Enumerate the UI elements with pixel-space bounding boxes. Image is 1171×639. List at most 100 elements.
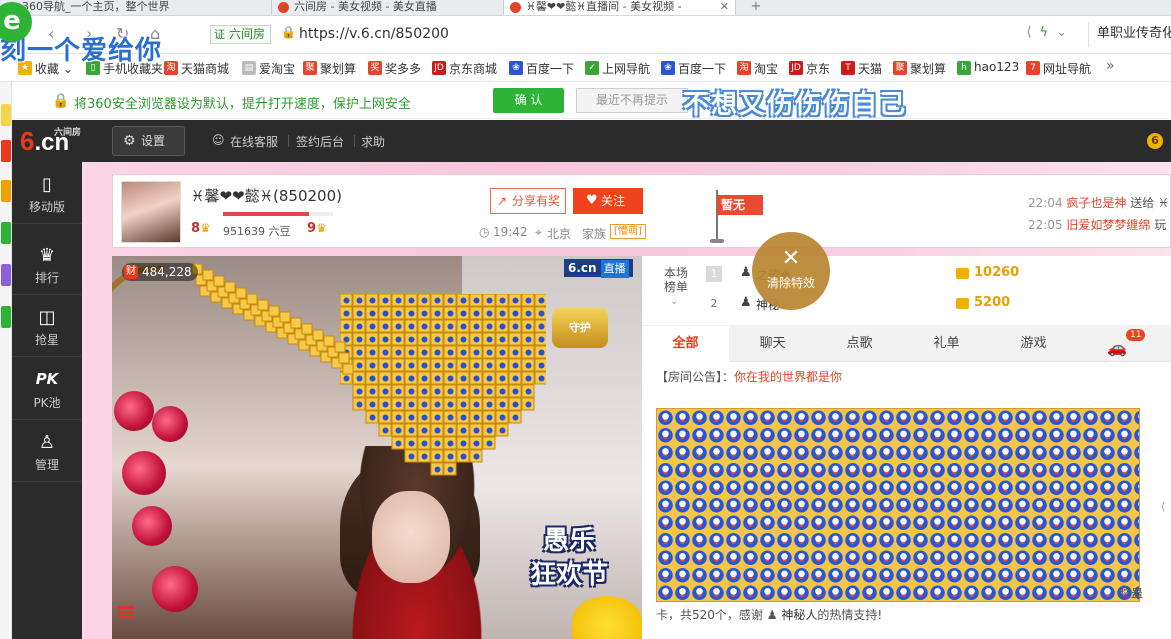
more-bookmarks-icon[interactable]: » bbox=[1106, 58, 1115, 74]
url-field[interactable]: 六间房 🔒 https://v.6.cn/850200 ⟨ϟ⌄ bbox=[205, 22, 1075, 48]
menu-icon[interactable] bbox=[118, 606, 134, 618]
sidebar-item-grab-star[interactable]: ◫ 抢星 bbox=[12, 295, 82, 357]
bookmark-item[interactable]: h hao123 bbox=[957, 60, 1019, 75]
tab-label: ♓馨❤❤懿♓直播间 - 美女视频 - bbox=[526, 0, 682, 13]
bookmark-item[interactable]: 聚聚划算 bbox=[303, 60, 356, 77]
bookmark-item[interactable]: ❀ 百度一下 bbox=[661, 60, 726, 77]
anchor-level-badge: 8♛ bbox=[191, 221, 211, 236]
rose-decoration bbox=[132, 506, 172, 546]
lightning-icon[interactable]: ϟ bbox=[1040, 25, 1057, 40]
share-button[interactable]: 分享有奖 bbox=[490, 188, 566, 214]
bookmark-item[interactable]: 淘天猫商城 bbox=[164, 60, 229, 77]
browser-tab[interactable]: 360导航_一个主页，整个世界 bbox=[0, 0, 272, 15]
gift-tile-face bbox=[486, 401, 493, 408]
bookmark-item[interactable]: 淘淘宝 bbox=[737, 60, 778, 77]
gift-tile-face bbox=[369, 388, 376, 395]
tmall-icon: 淘 bbox=[164, 61, 178, 75]
gift-tile-face bbox=[447, 388, 454, 395]
lock-icon: 🔒 bbox=[281, 25, 296, 39]
dismiss-button[interactable]: 最近不再提示 bbox=[576, 88, 688, 113]
gift-tile-face bbox=[486, 297, 493, 304]
bookmark-item[interactable]: JD 京东商城 bbox=[432, 60, 497, 77]
confirm-button[interactable]: 确 认 bbox=[493, 88, 564, 113]
link-online-support[interactable]: 在线客服 bbox=[230, 133, 278, 150]
7654-icon: 7 bbox=[1026, 61, 1040, 75]
anchor-avatar[interactable] bbox=[121, 181, 181, 243]
car-count-badge: 11 bbox=[1126, 329, 1146, 341]
gift-tile-face bbox=[525, 349, 532, 356]
bookmark-item[interactable]: T 天猫 bbox=[841, 60, 882, 77]
gift-tile-face bbox=[395, 440, 402, 447]
guard-badge[interactable]: 守护 bbox=[552, 308, 608, 348]
tab-gift-list[interactable]: 礼单 bbox=[903, 326, 990, 362]
share-icon[interactable]: ⟨ bbox=[1026, 25, 1039, 40]
browser-tab-active[interactable]: ♓馨❤❤懿♓直播间 - 美女视频 - ✕ bbox=[504, 0, 736, 15]
car-icon[interactable]: 🚗 bbox=[1107, 338, 1127, 357]
link-help[interactable]: 求助 bbox=[361, 133, 385, 150]
sidebar-item-ranking[interactable]: ♛ 排行 bbox=[12, 233, 82, 295]
extension-icon[interactable] bbox=[1, 264, 11, 286]
broadcast-item[interactable]: 22:05 旧爱如梦梦缠绵 玩 bbox=[1028, 214, 1171, 236]
bookmark-item[interactable]: JD 京东 bbox=[789, 60, 830, 77]
clear-effects-button[interactable]: ✕ 清除特效 bbox=[752, 232, 830, 310]
gift-tile-face bbox=[499, 310, 506, 317]
gift-tile-face bbox=[499, 375, 506, 382]
bookmark-item[interactable]: 7 网址导航 bbox=[1026, 60, 1091, 77]
gift-tile-face bbox=[538, 375, 545, 382]
gift-tile-face bbox=[460, 297, 467, 304]
bookmark-item[interactable]: 奖奖多多 bbox=[368, 60, 421, 77]
gift-tile-face bbox=[473, 336, 480, 343]
site-logo[interactable]: 6.cn 六间房 bbox=[20, 126, 81, 157]
gift-effect-grid bbox=[656, 408, 1140, 602]
sidebar-item-mobile[interactable]: ▯ 移动版 bbox=[12, 162, 82, 224]
extension-icon[interactable] bbox=[1, 104, 11, 126]
anchor-location: 北京 bbox=[547, 227, 572, 241]
family-tag[interactable]: [懵萌] bbox=[610, 224, 646, 239]
tab-all[interactable]: 全部 bbox=[642, 326, 729, 362]
taobao-icon: 淘 bbox=[737, 61, 751, 75]
browser-tab[interactable]: 六间房 - 美女视频 - 美女直播 bbox=[272, 0, 504, 15]
live-video[interactable]: 484,228 6.cn直播 守护 愚乐狂欢节 bbox=[112, 256, 642, 639]
tab-song-request[interactable]: 点歌 bbox=[816, 326, 903, 362]
room-announcement: 【房间公告】：你在我的世界都是你 bbox=[656, 370, 843, 384]
gift-tile-face bbox=[421, 427, 428, 434]
settings-button[interactable]: 设置 bbox=[112, 126, 185, 156]
ranking-flag[interactable]: 暂无 bbox=[717, 195, 763, 215]
scroll-handle-icon[interactable]: ⟨ bbox=[1161, 500, 1165, 513]
close-icon[interactable]: ✕ bbox=[720, 0, 729, 14]
extension-icon[interactable] bbox=[1, 140, 11, 162]
follow-button[interactable]: 关注 bbox=[573, 188, 643, 214]
extension-icon[interactable] bbox=[1, 180, 11, 202]
broadcast-item[interactable]: 22:04 疯子也是神 送给 ♓ bbox=[1028, 192, 1171, 214]
gift-tile bbox=[246, 293, 258, 305]
sidebar-item-pk-pool[interactable]: PK PK池 bbox=[12, 358, 82, 420]
bookmark-item[interactable]: ❀ 百度一下 bbox=[509, 60, 574, 77]
family-label: 家族 bbox=[582, 227, 607, 241]
bookmark-item[interactable]: ✓ 上网导航 bbox=[585, 60, 650, 77]
rank-number: 1 bbox=[706, 266, 722, 282]
gift-tile-face bbox=[434, 466, 441, 473]
tab-chat[interactable]: 聊天 bbox=[729, 326, 816, 362]
new-tab-icon[interactable]: + bbox=[748, 0, 764, 15]
user-icon: ♟ bbox=[766, 608, 778, 622]
extension-icon[interactable] bbox=[1, 306, 11, 328]
bookmark-item[interactable]: ▤ 爱淘宝 bbox=[242, 60, 295, 77]
site-certificate-badge[interactable]: 六间房 bbox=[210, 25, 272, 44]
link-contract-backend[interactable]: 签约后台 bbox=[296, 133, 344, 150]
gift-tile-face bbox=[473, 440, 480, 447]
gift-tile-face bbox=[473, 310, 480, 317]
gift-tile-face bbox=[512, 349, 519, 356]
sidebar-item-manage[interactable]: ♙ 管理 bbox=[12, 420, 82, 482]
search-input[interactable]: 单职业传奇化 bbox=[1088, 23, 1171, 47]
tab-games[interactable]: 游戏 bbox=[990, 326, 1077, 362]
chevron-down-icon[interactable]: ⌄ bbox=[670, 296, 678, 307]
mobile-icon: ▯ bbox=[42, 174, 52, 195]
crown-icon: ♛ bbox=[316, 221, 327, 235]
bookmark-item[interactable]: 聚聚划算 bbox=[893, 60, 946, 77]
april-fools-sticker: 愚乐 狂欢节 bbox=[529, 526, 608, 590]
extension-icon[interactable] bbox=[1, 222, 11, 244]
gift-tile-face bbox=[525, 297, 532, 304]
coin-icon[interactable]: 6 bbox=[1147, 133, 1163, 149]
chevron-down-icon[interactable]: ⌄ bbox=[1056, 25, 1075, 40]
url-text[interactable]: https://v.6.cn/850200 bbox=[299, 26, 449, 42]
